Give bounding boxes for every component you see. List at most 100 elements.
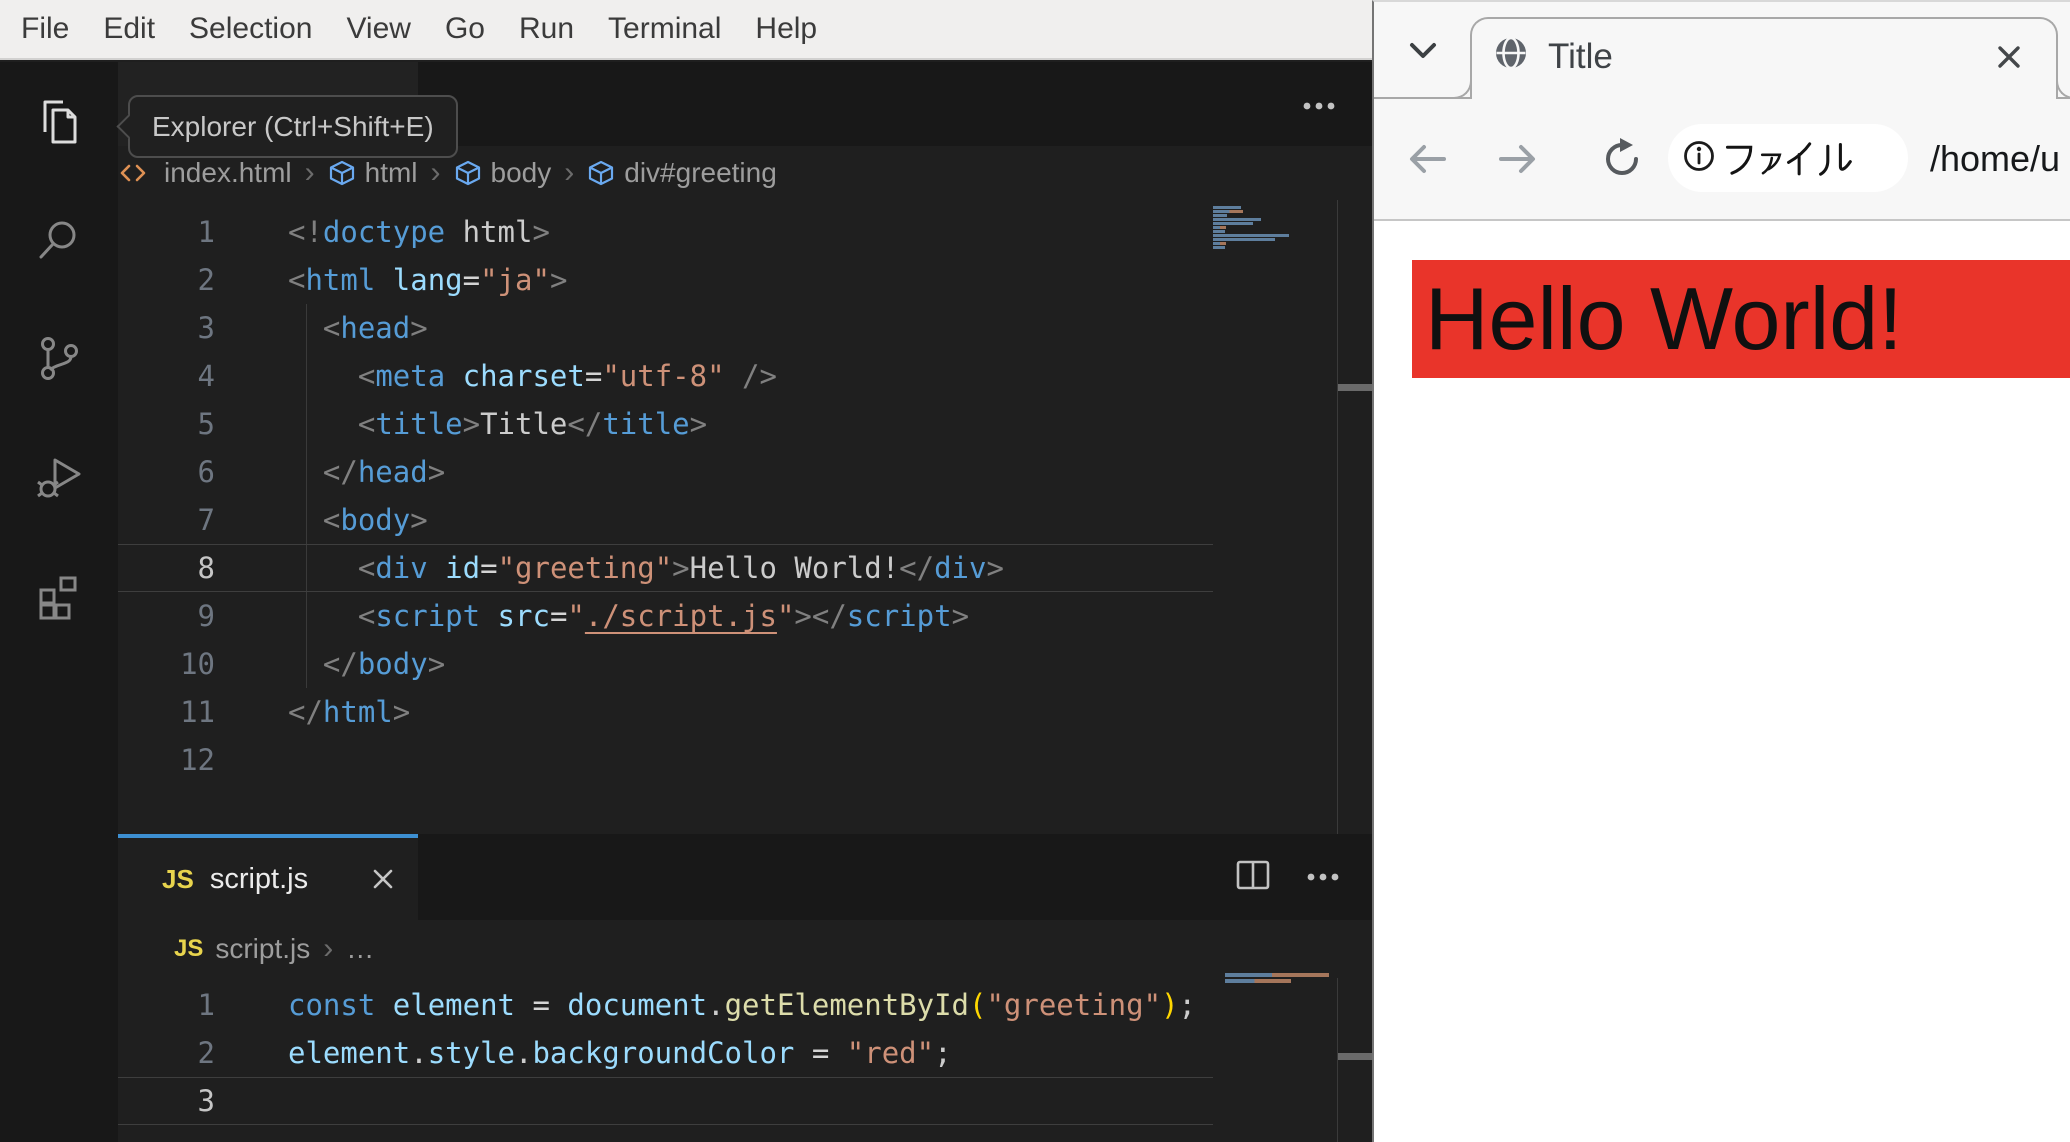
page-heading: Hello World! [1412, 260, 2070, 378]
line-number: 3 [197, 1084, 215, 1118]
editor-area: index.html › html › body › div#greeting 1 <!doc… [118, 62, 1372, 1142]
address-bar-url[interactable]: /home/u [1930, 99, 2060, 219]
line-number: 10 [180, 647, 215, 681]
more-actions-icon[interactable] [1306, 869, 1340, 887]
panel-tab-bar: JS script.js [118, 834, 1372, 920]
code-line-3[interactable]: 3 [118, 1077, 1372, 1125]
minimap-line [1213, 230, 1225, 233]
code-line-1[interactable]: 1 <!doctype html> [118, 208, 1372, 256]
kana-small-a [1760, 153, 1782, 175]
minimap-line [1213, 214, 1227, 217]
search-button[interactable] [11, 194, 107, 290]
menu-item-view[interactable]: View [329, 12, 427, 46]
menu-item-help[interactable]: Help [738, 12, 834, 46]
line-number: 4 [197, 359, 215, 393]
extensions-button[interactable] [11, 548, 107, 644]
vscode-window: File Edit Selection View Go Run Terminal Help [0, 0, 1372, 1142]
html-code-editor[interactable]: 1 <!doctype html> 2 <html lang="ja"> 3 <head… [118, 200, 1372, 842]
back-button[interactable] [1406, 141, 1450, 177]
kana-fu [1725, 145, 1753, 175]
reload-button[interactable] [1600, 137, 1644, 181]
code-line-2[interactable]: 2 element.style.backgroundColor = "red"; [118, 1029, 1372, 1077]
code-line-9[interactable]: 9 <script src="./script.js"></script> [118, 592, 1372, 640]
breadcrumb-item[interactable]: script.js [215, 933, 310, 965]
tab-script-js[interactable]: JS script.js [118, 834, 418, 920]
minimap-line [1213, 242, 1226, 245]
code-line-8[interactable]: 8 <div id="greeting">Hello World!</div> [118, 544, 1372, 592]
close-tab-icon[interactable] [1994, 42, 2024, 77]
explorer-button[interactable] [11, 76, 107, 172]
minimap-line [1213, 238, 1275, 241]
split-editor-icon[interactable] [1236, 860, 1270, 895]
breadcrumb: JS script.js ›… [118, 920, 1372, 978]
tab-search-chevron-icon[interactable] [1408, 42, 1438, 65]
source-control-button[interactable] [11, 312, 107, 408]
line-number: 6 [197, 455, 215, 489]
minimap-line [1213, 246, 1225, 249]
line-number: 12 [180, 743, 215, 777]
tab-label: script.js [209, 862, 309, 895]
globe-favicon-icon [1492, 34, 1530, 77]
code-line-1[interactable]: 1 const element = document.getElementById… [118, 981, 1372, 1029]
menu-item-edit[interactable]: Edit [86, 12, 172, 46]
code-line-7[interactable]: 7 <body> [118, 496, 1372, 544]
browser-tab[interactable]: Title [1452, 17, 2070, 99]
code-icon [118, 160, 1363, 186]
breadcrumb-separator: › [323, 932, 334, 965]
menu-item-go[interactable]: Go [428, 12, 502, 46]
browser-page: Hello World! [1374, 221, 2070, 1142]
file-scheme-chip[interactable] [1668, 124, 1908, 192]
kana-ru [1819, 142, 1852, 176]
code-line-6[interactable]: 6 </head> [118, 448, 1372, 496]
line-number: 7 [197, 503, 215, 537]
browser-toolbar: /home/u [1374, 99, 2070, 221]
minimap[interactable] [1213, 206, 1337, 250]
source-control-icon [33, 332, 85, 389]
scrollbar[interactable] [1337, 200, 1372, 834]
menu-item-terminal[interactable]: Terminal [591, 12, 738, 46]
browser-tab-strip: Title [1374, 2, 2070, 99]
menu-item-file[interactable]: File [4, 12, 86, 46]
minimap[interactable] [1225, 973, 1349, 985]
minimap-line [1213, 218, 1261, 221]
forward-button[interactable] [1495, 141, 1539, 177]
debug-icon [33, 450, 85, 507]
code-line-2[interactable]: 2 <html lang="ja"> [118, 256, 1372, 304]
close-tab-icon[interactable] [370, 866, 396, 892]
minimap-line [1213, 234, 1289, 237]
minimap-line [1213, 226, 1226, 229]
explorer-tooltip: Explorer (Ctrl+Shift+E) [128, 95, 458, 158]
overview-ruler-marker [1338, 384, 1372, 391]
line-number: 1 [197, 215, 215, 249]
more-actions-icon[interactable] [1302, 98, 1336, 116]
code-line-4[interactable]: 4 <meta charset="utf-8" /> [118, 352, 1372, 400]
line-number: 11 [180, 695, 215, 729]
code-line-5[interactable]: 5 <title>Title</title> [118, 400, 1372, 448]
run-debug-button[interactable] [11, 430, 107, 526]
code-line-3[interactable]: 3 <head> [118, 304, 1372, 352]
overview-ruler-marker [1338, 1053, 1372, 1060]
code-line-10[interactable]: 10 </body> [118, 640, 1372, 688]
files-icon [33, 96, 85, 153]
browser-window: Title /home/u Hello World! [1372, 0, 2070, 1142]
menu-item-run[interactable]: Run [502, 12, 591, 46]
activity-bar [0, 62, 118, 1142]
screen: File Edit Selection View Go Run Terminal Help [0, 0, 2070, 1142]
line-number: 9 [197, 599, 215, 633]
js-code-editor[interactable]: 1 const element = document.getElementById… [118, 978, 1372, 1142]
minimap-line [1225, 979, 1291, 983]
search-icon [33, 214, 85, 271]
extensions-icon [33, 568, 85, 625]
minimap-line [1225, 973, 1329, 977]
menu-item-selection[interactable]: Selection [172, 12, 329, 46]
line-number: 2 [197, 263, 215, 297]
code-line-12[interactable]: 12 [118, 736, 1372, 784]
scrollbar[interactable] [1337, 978, 1372, 1142]
menu-bar: File Edit Selection View Go Run Terminal Help [0, 0, 1372, 60]
minimap-line [1213, 206, 1241, 209]
line-number: 1 [197, 988, 215, 1022]
code-line-11[interactable]: 11 </html> [118, 688, 1372, 736]
breadcrumb-item[interactable]: … [346, 933, 374, 965]
file-chip-label [1723, 138, 1853, 178]
line-number: 2 [197, 1036, 215, 1070]
